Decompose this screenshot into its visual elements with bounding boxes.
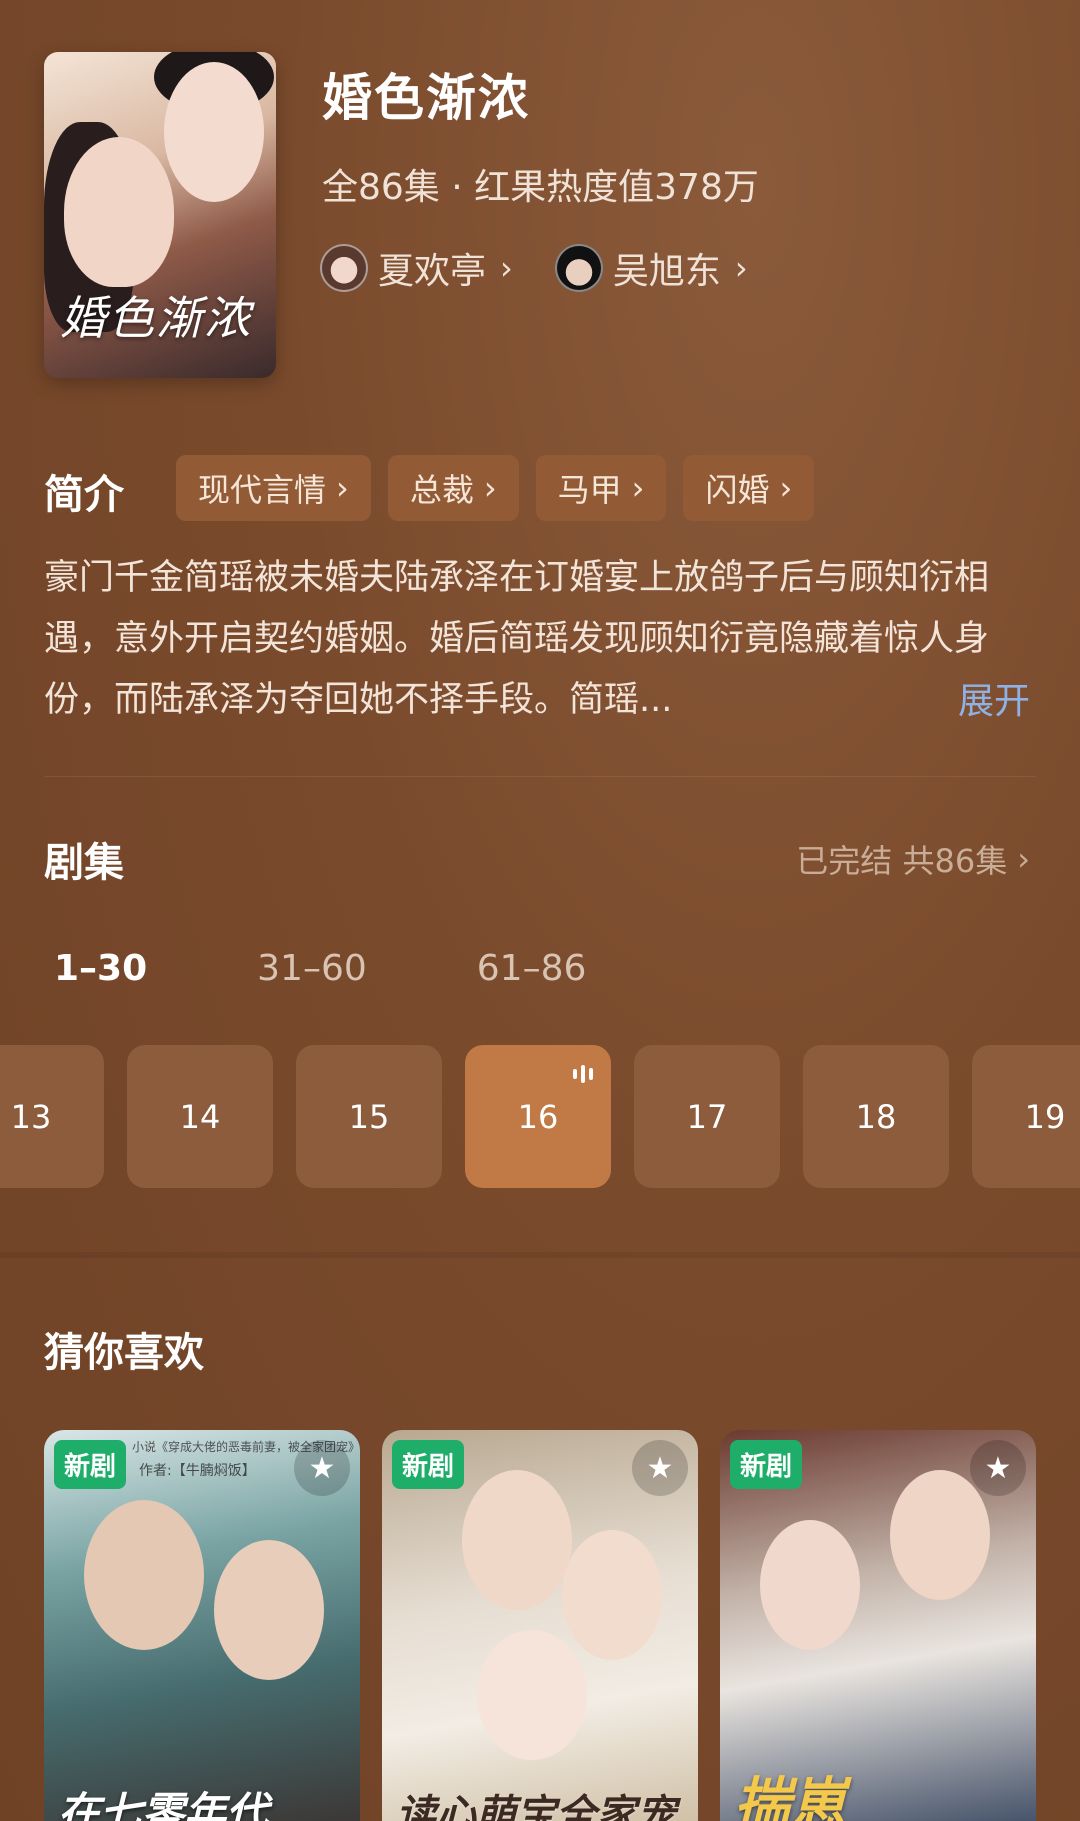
actor-name: 吴旭东 bbox=[612, 251, 721, 292]
episodes-heading: 剧集 bbox=[44, 840, 124, 886]
chevron-right-icon: › bbox=[631, 469, 645, 507]
episode-button-current[interactable]: 16 bbox=[465, 1045, 611, 1188]
chevron-right-icon: › bbox=[779, 469, 793, 507]
playing-icon bbox=[573, 1065, 593, 1083]
divider bbox=[44, 776, 1036, 777]
new-badge: 新剧 bbox=[54, 1440, 127, 1489]
tag-chip[interactable]: 闪婚 › bbox=[683, 455, 815, 521]
tag-chip[interactable]: 马甲 › bbox=[535, 455, 667, 521]
episodes-status-link[interactable]: 已完结 共86集 › bbox=[796, 836, 1030, 882]
recommend-card[interactable]: 小说《穿成大佬的恶毒前妻，被全家团宠》 作者:【牛腩焖饭】 新剧 ★ 在七零年代 bbox=[44, 1430, 360, 1821]
chevron-right-icon: › bbox=[483, 469, 497, 507]
drama-title: 婚色渐浓 bbox=[322, 69, 530, 127]
star-icon[interactable]: ★ bbox=[970, 1440, 1026, 1496]
episode-range-tabs: 1–30 31–60 61–86 bbox=[54, 948, 586, 989]
chevron-right-icon: › bbox=[1017, 840, 1030, 878]
drama-meta: 全86集 · 红果热度值378万 bbox=[322, 167, 759, 208]
intro-description: 豪门千金简瑶被未婚夫陆承泽在订婚宴上放鸽子后与顾知衍相遇，意外开启契约婚姻。婚后… bbox=[44, 558, 990, 720]
recommend-heading: 猜你喜欢 bbox=[44, 1330, 204, 1376]
actor-list: 夏欢亭 › 吴旭东 › bbox=[320, 242, 748, 294]
episode-button[interactable]: 18 bbox=[803, 1045, 949, 1188]
star-icon[interactable]: ★ bbox=[294, 1440, 350, 1496]
episode-button[interactable]: 19 bbox=[972, 1045, 1080, 1188]
card-author: 作者:【牛腩焖饭】 bbox=[139, 1463, 256, 1479]
section-separator bbox=[0, 1252, 1080, 1258]
drama-poster[interactable]: 婚色渐浓 bbox=[44, 52, 276, 378]
tab-range-61-86[interactable]: 61–86 bbox=[477, 948, 587, 989]
card-title: 揣崽 bbox=[734, 1771, 846, 1821]
recommend-list: 小说《穿成大佬的恶毒前妻，被全家团宠》 作者:【牛腩焖饭】 新剧 ★ 在七零年代… bbox=[44, 1430, 1036, 1821]
episode-button[interactable]: 14 bbox=[127, 1045, 273, 1188]
card-title: 在七零年代 bbox=[58, 1788, 269, 1821]
new-badge: 新剧 bbox=[392, 1440, 465, 1489]
expand-button[interactable]: 展开 bbox=[958, 672, 1030, 724]
tag-chip[interactable]: 现代言情 › bbox=[176, 455, 371, 521]
tag-chip[interactable]: 总裁 › bbox=[387, 455, 519, 521]
recommend-card[interactable]: 新剧 ★ 揣崽 bbox=[720, 1430, 1036, 1821]
avatar bbox=[320, 244, 368, 292]
actor-name: 夏欢亭 bbox=[378, 251, 487, 292]
chevron-right-icon: › bbox=[500, 249, 513, 287]
recommend-card[interactable]: 新剧 ★ 读心萌宝全家宠 bbox=[382, 1430, 698, 1821]
tab-range-1-30[interactable]: 1–30 bbox=[54, 948, 147, 989]
episode-button[interactable]: 13 bbox=[0, 1045, 104, 1188]
new-badge: 新剧 bbox=[730, 1440, 803, 1489]
episode-grid: 13 14 15 16 17 18 19 bbox=[0, 1045, 1080, 1190]
drama-detail-page: 婚色渐浓 婚色渐浓 全86集 · 红果热度值378万 夏欢亭 › 吴旭东 › 简… bbox=[0, 0, 1080, 1821]
episode-button[interactable]: 17 bbox=[634, 1045, 780, 1188]
avatar bbox=[554, 244, 603, 292]
intro-heading: 简介 bbox=[44, 472, 124, 518]
star-icon[interactable]: ★ bbox=[632, 1440, 688, 1496]
tab-range-31-60[interactable]: 31–60 bbox=[257, 948, 367, 989]
actor-link[interactable]: 吴旭东 › bbox=[554, 242, 748, 294]
actor-link[interactable]: 夏欢亭 › bbox=[320, 242, 513, 294]
episode-button[interactable]: 15 bbox=[296, 1045, 442, 1188]
chevron-right-icon: › bbox=[336, 469, 349, 507]
chevron-right-icon: › bbox=[734, 249, 748, 287]
poster-title: 婚色渐浓 bbox=[60, 291, 252, 345]
tag-list: 现代言情 › 总裁 › 马甲 › 闪婚 › bbox=[176, 455, 815, 521]
card-title: 读心萌宝全家宠 bbox=[396, 1791, 676, 1821]
